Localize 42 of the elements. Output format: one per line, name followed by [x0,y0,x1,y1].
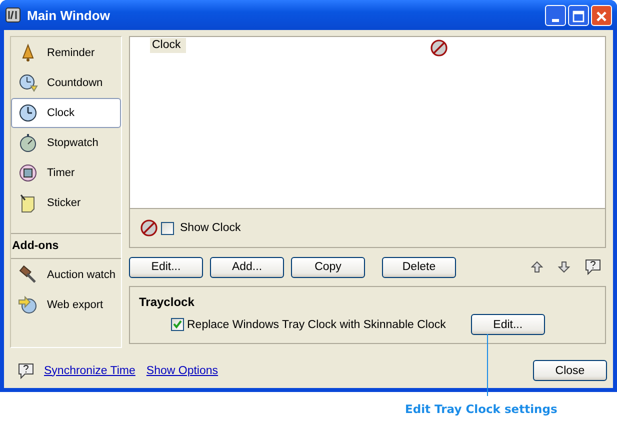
edit-button[interactable]: Edit... [470,314,545,335]
action-button[interactable]: Edit... [129,256,203,278]
minimize-icon [552,18,559,22]
sidebar-item[interactable]: Stopwatch [11,128,121,158]
group-title: Trayclock [139,295,196,309]
section-heading: Add-ons [11,233,121,259]
close-dialog-button[interactable]: Close [533,360,607,381]
list-item[interactable]: Clock [150,38,186,53]
app-icon [5,7,21,23]
sidebar-item[interactable]: Auction watch [11,260,121,290]
sidebar-item[interactable]: Reminder [11,38,121,68]
link[interactable]: Show Options [146,364,218,376]
action-button[interactable]: Delete [382,256,456,278]
sidebar-item[interactable]: Timer [11,158,121,188]
checkbox-label: Replace Windows Tray Clock with Skinnable Clock [187,318,446,330]
show-clock-checkbox[interactable] [161,222,174,234]
sidebar-item[interactable]: Countdown [11,68,121,98]
annotation-label: Edit Tray Clock settings [405,402,558,416]
sidebar-item[interactable]: Web export [11,290,121,320]
maximize-button[interactable] [568,4,589,26]
clock-disabled-icon [140,219,158,237]
globe-icon [18,295,38,315]
hammer-icon [18,265,38,285]
sidebar-item[interactable]: Clock [11,98,121,128]
link[interactable]: Synchronize Time [44,364,136,376]
window-title: Main Window [27,8,111,22]
close-button[interactable] [591,4,612,26]
checkbox-label: Show Clock [180,222,241,234]
action-button[interactable]: Add... [210,256,284,278]
replace-checkbox[interactable] [171,318,184,331]
action-button[interactable]: Copy [291,256,365,278]
leader-line [487,334,488,396]
stopwatch-icon [18,133,38,153]
up-arrow-icon[interactable] [531,261,543,273]
clock-arrow-icon [18,73,38,93]
minimize-button[interactable] [545,4,566,26]
down-arrow-icon[interactable] [558,261,570,273]
help-icon[interactable] [18,362,34,378]
sidebar-item[interactable]: Sticker [11,188,121,218]
help-icon[interactable] [585,259,601,275]
clock-disabled-icon [430,39,448,57]
clock-icon [18,103,38,123]
